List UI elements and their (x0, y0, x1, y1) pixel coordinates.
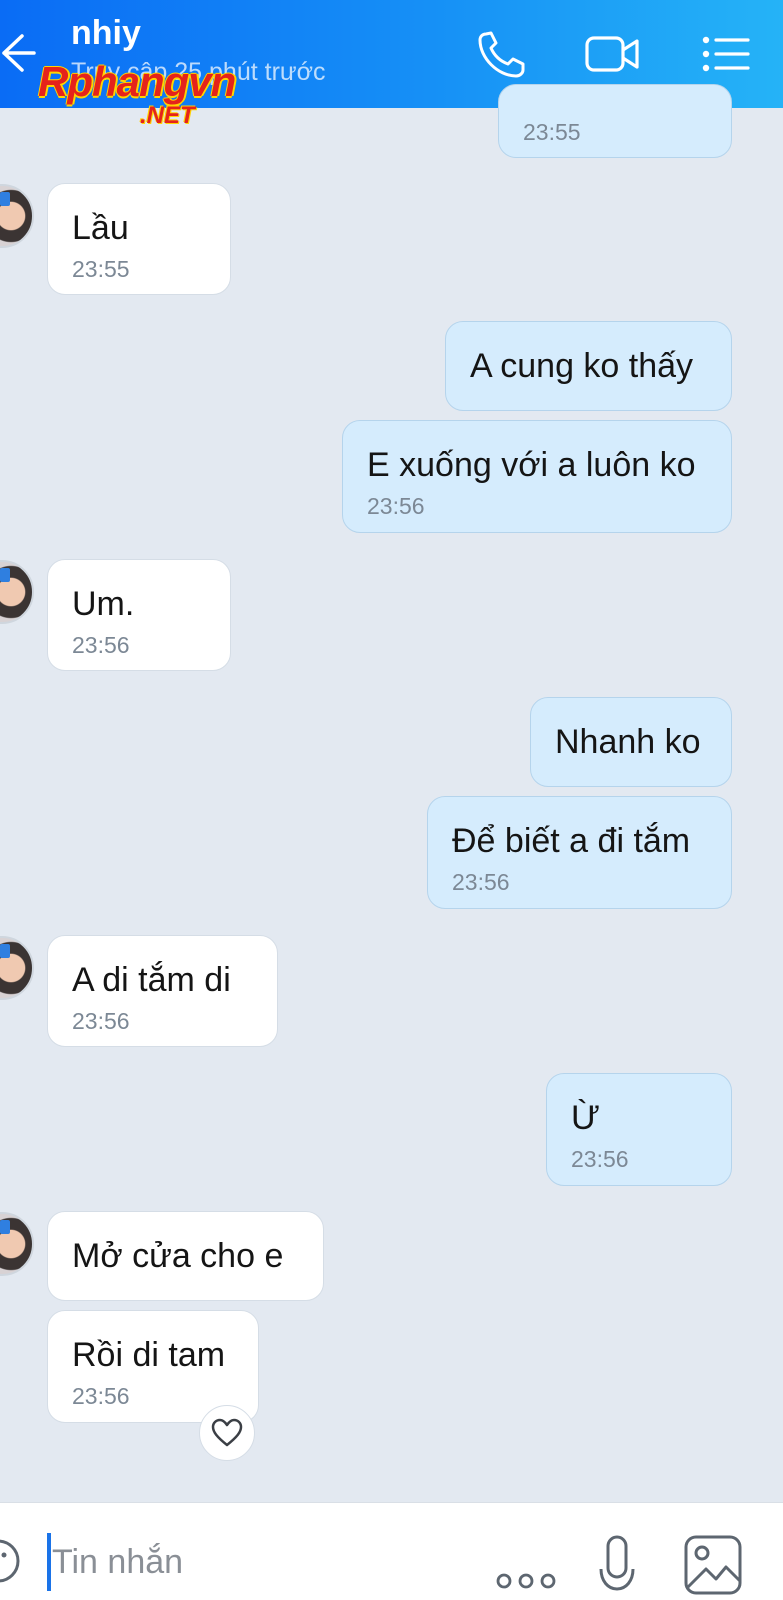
contact-avatar[interactable] (0, 560, 34, 624)
more-options-button[interactable] (496, 1529, 556, 1595)
chat-screen: nhiy Truy cập 25 phút trước Rphangvn .NE… (0, 0, 783, 1600)
sticker-button[interactable] (0, 1529, 30, 1589)
watermark-text: Rphangvn (38, 58, 236, 105)
watermark-domain: .NET (140, 102, 195, 129)
message-outgoing[interactable]: 23:55 (498, 84, 732, 158)
contact-avatar[interactable] (0, 936, 34, 1000)
contact-avatar[interactable] (0, 184, 34, 248)
message-text: Um. (72, 585, 135, 623)
message-input-bar (0, 1502, 783, 1600)
back-button[interactable] (0, 28, 36, 78)
message-text: Nhanh ko (555, 723, 701, 761)
message-text: Để biết a đi tắm (452, 822, 691, 860)
message-time: 23:56 (571, 1146, 629, 1172)
heart-outline-icon (211, 1418, 243, 1447)
message-time: 23:55 (523, 119, 581, 145)
video-camera-icon (585, 36, 639, 72)
message-time: 23:56 (367, 493, 425, 519)
message-incoming[interactable]: Mở cửa cho e (47, 1211, 324, 1301)
message-outgoing[interactable]: E xuống với a luôn ko 23:56 (342, 420, 732, 533)
message-text: Ừ (571, 1099, 601, 1137)
microphone-icon (599, 1535, 635, 1591)
back-arrow-icon (2, 34, 36, 72)
message-incoming[interactable]: Um. 23:56 (47, 559, 231, 671)
message-text: Mở cửa cho e (72, 1237, 284, 1275)
menu-list-icon (702, 36, 750, 72)
message-time: 23:56 (452, 869, 510, 895)
message-input[interactable] (52, 1529, 352, 1595)
more-dots-icon (496, 1573, 556, 1589)
voice-call-button[interactable] (476, 28, 532, 80)
message-outgoing[interactable]: Để biết a đi tắm 23:56 (427, 796, 732, 909)
text-caret (47, 1533, 51, 1591)
message-text: E xuống với a luôn ko (367, 446, 696, 484)
voice-record-button[interactable] (598, 1529, 636, 1595)
message-outgoing[interactable]: Ừ 23:56 (546, 1073, 732, 1186)
send-image-button[interactable] (682, 1529, 746, 1595)
message-incoming[interactable]: Lầu 23:55 (47, 183, 231, 295)
sticker-icon (0, 1539, 20, 1583)
message-outgoing[interactable]: Nhanh ko (530, 697, 732, 787)
message-time: 23:55 (72, 256, 130, 282)
message-time: 23:56 (72, 1383, 130, 1409)
chat-menu-button[interactable] (700, 28, 756, 80)
contact-name[interactable]: nhiy (71, 14, 141, 53)
message-outgoing[interactable]: A cung ko thấy (445, 321, 732, 411)
reaction-button[interactable] (199, 1405, 255, 1461)
contact-avatar[interactable] (0, 1212, 34, 1276)
message-time: 23:56 (72, 632, 130, 658)
message-text: Rồi di tam (72, 1336, 226, 1374)
message-time: 23:56 (72, 1008, 130, 1034)
message-text: A cung ko thấy (470, 347, 694, 385)
message-incoming[interactable]: A di tắm di 23:56 (47, 935, 278, 1047)
video-call-button[interactable] (584, 28, 640, 80)
image-icon (684, 1535, 742, 1595)
message-text: A di tắm di (72, 961, 231, 999)
phone-icon (478, 31, 525, 78)
message-text: Lầu (72, 209, 129, 247)
watermark-logo: Rphangvn .NET (38, 58, 274, 130)
